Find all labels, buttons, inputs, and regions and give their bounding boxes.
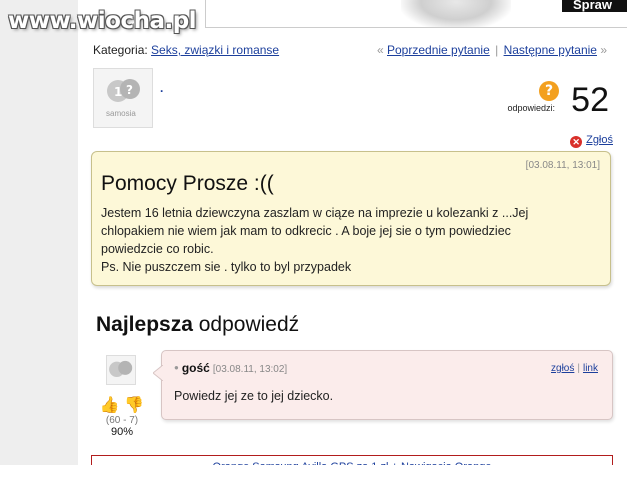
answer-date: [03.08.11, 13:02] [212, 364, 288, 375]
avatar-brand: samosia [106, 109, 136, 118]
left-gutter [0, 0, 78, 465]
thumbs-up-icon[interactable]: 👍 [100, 397, 120, 414]
question-bubble: [03.08.11, 13:01] Pomocy Prosze :(( Jest… [91, 151, 611, 286]
question-date: [03.08.11, 13:01] [525, 160, 600, 171]
close-circle-icon: ✕ [570, 136, 583, 148]
banner-image [401, 0, 511, 27]
question-title: Pomocy Prosze :(( [101, 172, 274, 195]
bottom-strip [0, 465, 627, 488]
asker-name[interactable]: . [160, 81, 163, 95]
vote-range: (60 - 7) [105, 415, 139, 426]
banner-cta-button[interactable]: Spraw [562, 0, 627, 12]
ad-banner[interactable]: Spraw [205, 0, 627, 28]
question-nav: « Poprzednie pytanie | Następne pytanie … [377, 43, 607, 57]
question-line: Ps. Nie puszczem sie . tylko to byl przy… [101, 260, 352, 274]
bubble-tail [153, 365, 163, 381]
question-body: Jestem 16 letnia dziewczyna zaszlam w ci… [101, 204, 591, 276]
best-answer-heading-rest: odpowiedź [192, 313, 300, 336]
best-answer-heading: Najlepsza odpowiedź [96, 313, 299, 337]
prev-question-link[interactable]: Poprzednie pytanie [387, 43, 490, 57]
report-link[interactable]: Zgłoś [586, 134, 613, 146]
next-question-link[interactable]: Następne pytanie [504, 43, 597, 57]
answer-user[interactable]: gość [182, 361, 210, 375]
answer-bubble: ● gość [03.08.11, 13:02] zgłoś | link Powied… [153, 350, 613, 420]
answer-body: Powiedz jej ze to jej dziecko. [174, 389, 334, 403]
question-page: Kategoria: Seks, związki i romanse « Pop… [78, 35, 627, 479]
bullet-icon: ● [174, 363, 179, 372]
answers-label: odpowiedzi: [507, 103, 555, 113]
question-mark-icon: ? [539, 81, 559, 101]
vote-box: 👍 👎 (60 - 7) 90% [98, 395, 146, 438]
vote-percent: 90% [110, 426, 134, 438]
prev-marker: « [376, 43, 384, 57]
speech-bubbles-icon [109, 360, 133, 377]
answer-avatar[interactable] [106, 355, 136, 385]
answers-count: 52 [571, 81, 609, 119]
next-marker: » [600, 43, 607, 57]
svg-text:?: ? [126, 83, 133, 97]
svg-text:1: 1 [114, 85, 122, 99]
category-link[interactable]: Seks, związki i romanse [151, 43, 279, 57]
nav-separator: | [495, 43, 499, 57]
vote-buttons: 👍 👎 [98, 395, 146, 415]
thumbs-down-icon[interactable]: 👎 [124, 397, 144, 414]
watermark: www.wiocha.pl [8, 8, 197, 34]
asker-avatar[interactable]: 1 ? samosia [93, 68, 153, 128]
question-line: powiedzcie co robic. [101, 242, 214, 256]
report-question[interactable]: ✕ Zgłoś [570, 134, 613, 148]
category-row: Kategoria: Seks, związki i romanse [93, 43, 279, 57]
question-line: Jestem 16 letnia dziewczyna zaszlam w ci… [101, 206, 529, 220]
speech-bubbles-icon: 1 ? [107, 79, 140, 102]
answer-actions: zgłoś | link [551, 363, 598, 374]
answer-permalink[interactable]: link [583, 363, 598, 374]
answer-header: ● gość [03.08.11, 13:02] [174, 361, 287, 375]
category-label: Kategoria: [93, 43, 148, 57]
question-line: chlopakiem nie wiem jak mam to odkrecic … [101, 224, 511, 238]
best-answer-heading-bold: Najlepsza [96, 313, 193, 336]
answer-report-link[interactable]: zgłoś [551, 363, 574, 374]
answer-actions-separator: | [577, 363, 580, 374]
